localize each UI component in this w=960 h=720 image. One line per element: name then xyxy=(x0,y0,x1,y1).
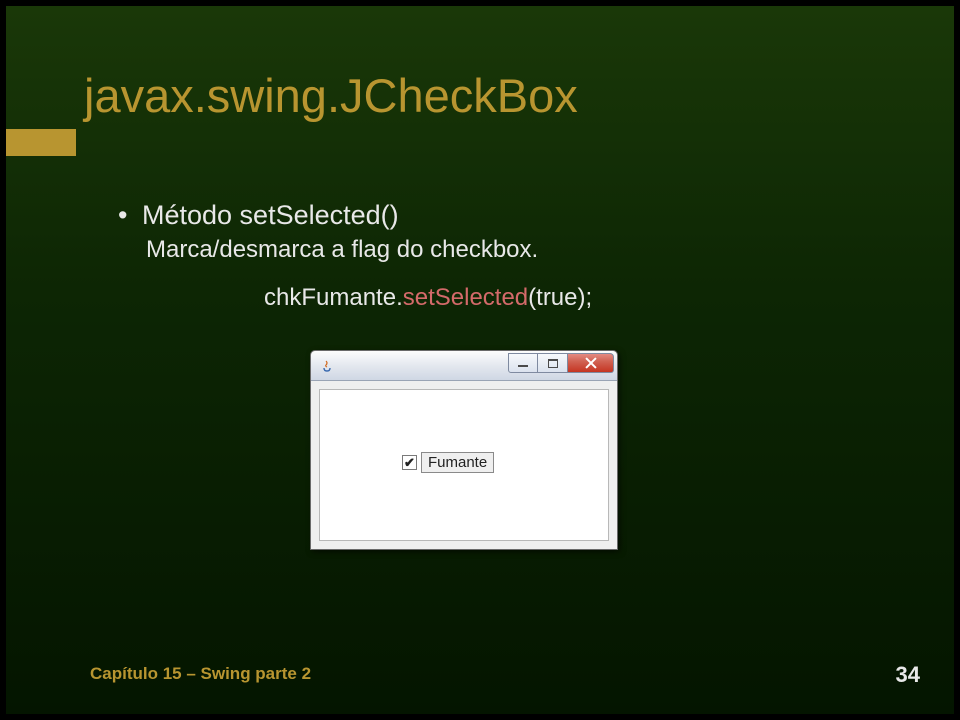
code-example: chkFumante.setSelected(true); xyxy=(264,284,592,312)
window-client-area: ✔ Fumante xyxy=(319,389,609,541)
footer-page-number: 34 xyxy=(896,662,920,688)
code-method: setSelected xyxy=(403,284,528,311)
maximize-icon xyxy=(548,359,558,368)
bullet-block: •Método setSelected() xyxy=(118,200,399,231)
java-icon xyxy=(319,358,335,374)
minimize-button[interactable] xyxy=(508,353,538,373)
accent-block xyxy=(6,129,76,156)
checkbox-row: ✔ Fumante xyxy=(402,452,494,473)
footer-chapter: Capítulo 15 – Swing parte 2 xyxy=(90,664,311,684)
slide: javax.swing.JCheckBox •Método setSelecte… xyxy=(6,6,954,714)
bullet-text: Método setSelected() xyxy=(142,200,399,230)
window-buttons xyxy=(508,353,614,373)
code-object: chkFumante xyxy=(264,284,396,311)
maximize-button[interactable] xyxy=(538,353,568,373)
close-button[interactable] xyxy=(568,353,614,373)
bullet-subtext: Marca/desmarca a flag do checkbox. xyxy=(146,236,538,264)
swing-window: ✔ Fumante xyxy=(310,350,618,550)
bullet-line: •Método setSelected() xyxy=(118,200,399,231)
code-dot: . xyxy=(396,284,403,311)
bullet-icon: • xyxy=(118,200,142,231)
close-icon xyxy=(585,357,597,369)
fumante-label: Fumante xyxy=(421,452,494,473)
slide-title: javax.swing.JCheckBox xyxy=(84,68,578,123)
window-titlebar[interactable] xyxy=(311,351,617,381)
minimize-icon xyxy=(518,365,528,367)
fumante-checkbox[interactable]: ✔ xyxy=(402,455,417,470)
code-args: (true); xyxy=(528,284,592,311)
